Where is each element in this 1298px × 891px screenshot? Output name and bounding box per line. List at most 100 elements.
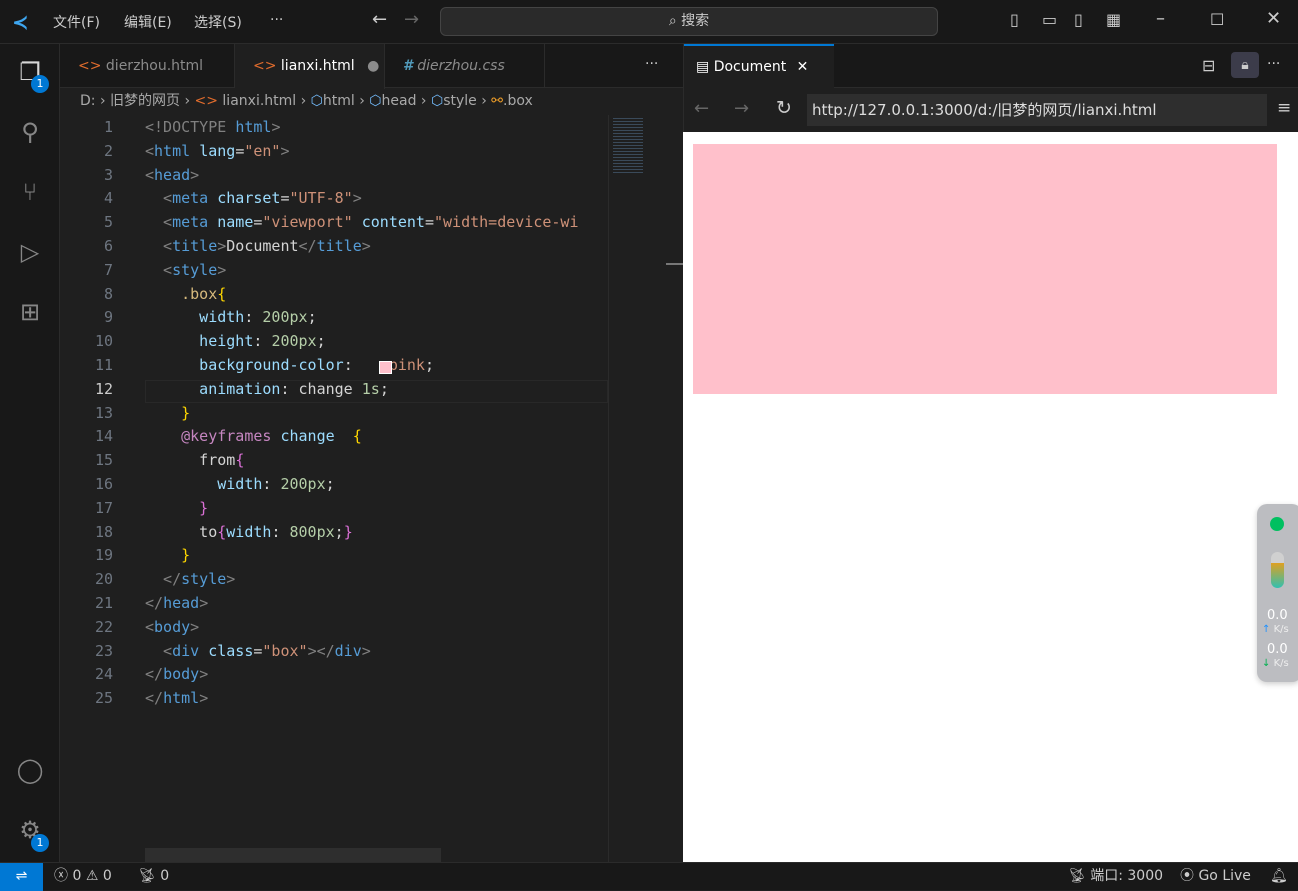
code-line[interactable]: <style> (145, 261, 226, 279)
breadcrumb-drive[interactable]: D: (80, 93, 96, 109)
line-number: 17 (94, 498, 113, 517)
code-token: 1s (361, 379, 380, 398)
code-line[interactable]: } (145, 546, 190, 564)
code-line[interactable]: .box{ (145, 285, 226, 303)
line-number: 20 (94, 570, 113, 589)
code-line[interactable]: width: 200px; (145, 475, 334, 493)
code-token: = (280, 189, 290, 208)
more-actions-icon[interactable]: ··· (1267, 56, 1280, 72)
code-token: < (145, 141, 155, 160)
code-line[interactable]: <body> (145, 618, 199, 636)
code-line[interactable]: </body> (145, 665, 208, 683)
network-monitor-widget[interactable]: 0.0 ↑ K/s 0.0 ↓ K/s (1257, 504, 1298, 682)
code-token: > (190, 165, 200, 184)
lock-icon[interactable]: 🔒︎ (1231, 52, 1259, 78)
forward-icon[interactable]: → (734, 98, 749, 119)
breadcrumb-style[interactable]: style (443, 93, 477, 109)
code-line[interactable]: <meta charset="UTF-8"> (145, 189, 362, 207)
code-editor[interactable]: 1 <!DOCTYPE html> 2 <html lang="en"> 3 <head>… (60, 115, 608, 862)
tab-dierzhou-html[interactable]: <> dierzhou.html (60, 44, 235, 88)
code-line[interactable]: animation: change 1s; (145, 380, 389, 398)
menu-file[interactable]: 文件(F) (53, 12, 100, 32)
code-line[interactable]: </style> (145, 570, 235, 588)
code-token: > (199, 665, 209, 684)
code-token: pink (361, 356, 425, 374)
ports-indicator[interactable]: 📡︎ 0 (138, 863, 169, 890)
menu-selection[interactable]: 选择(S) (194, 12, 242, 32)
toggle-sidebar-icon[interactable]: ▯ (1010, 10, 1019, 29)
menu-more[interactable]: ··· (270, 12, 283, 28)
code-line[interactable]: <title>Document</title> (145, 237, 371, 255)
minimap[interactable] (608, 115, 666, 862)
code-token: < (145, 237, 173, 255)
color-swatch[interactable] (379, 361, 392, 374)
breadcrumb-selector[interactable]: .box (503, 93, 533, 109)
tab-document[interactable]: ▤ Document ✕ (684, 44, 834, 88)
code-line[interactable]: <!DOCTYPE html> (145, 118, 280, 136)
toggle-panel-icon[interactable]: ▭ (1042, 10, 1057, 29)
back-icon[interactable]: ← (372, 9, 387, 30)
minimize-icon[interactable]: – (1156, 8, 1165, 29)
code-token: > (280, 141, 290, 160)
breadcrumb-html[interactable]: html (323, 93, 355, 109)
code-line[interactable]: <div class="box"></div> (145, 642, 371, 660)
extensions-icon[interactable]: ⊞ (14, 298, 46, 330)
menu-icon[interactable]: ≡ (1277, 98, 1291, 118)
html-icon: <> (78, 58, 102, 74)
code-line[interactable]: } (145, 404, 190, 422)
back-icon[interactable]: ← (694, 98, 709, 119)
account-icon[interactable]: ◯ (14, 756, 46, 788)
rendered-page (683, 132, 1298, 862)
line-number: 12 (94, 379, 113, 398)
code-line[interactable]: from{ (145, 451, 244, 469)
tabs-more-button[interactable]: ··· (645, 56, 658, 72)
maximize-icon[interactable]: ☐ (1210, 10, 1224, 29)
problems-indicator[interactable]: ⓧ 0 ⚠ 0 (54, 863, 112, 890)
breadcrumb-folder[interactable]: 旧梦的网页 (110, 93, 180, 109)
line-number: 2 (103, 141, 113, 160)
source-control-icon[interactable]: ⑂ (14, 178, 46, 210)
code-line[interactable]: @keyframes change { (145, 427, 362, 445)
status-bar: ⇌ ⓧ 0 ⚠ 0 📡︎ 0 📡︎ 端口: 3000 ⦿ Go Live 🔔︎ (0, 862, 1298, 891)
run-debug-icon[interactable]: ▷ (14, 238, 46, 270)
code-token: ; (316, 332, 326, 351)
remote-icon[interactable]: ⇌ (0, 863, 43, 891)
code-line[interactable]: <head> (145, 166, 199, 184)
code-token: to (145, 522, 218, 541)
antenna-icon: 📡︎ (138, 868, 156, 884)
forward-icon[interactable]: → (404, 9, 419, 30)
code-line[interactable]: } (145, 499, 208, 517)
tab-label: dierzhou.css (417, 58, 505, 74)
toggle-secondary-sidebar-icon[interactable]: ▯ (1074, 10, 1083, 29)
command-search[interactable]: ⌕ 搜索 (440, 7, 938, 36)
code-token: </ (145, 570, 182, 589)
code-line[interactable]: </html> (145, 689, 208, 707)
tab-lianxi-html[interactable]: <> lianxi.html ● (235, 44, 385, 89)
horizontal-scrollbar[interactable] (145, 848, 441, 862)
customize-layout-icon[interactable]: ▦ (1106, 10, 1121, 29)
code-line[interactable]: width: 200px; (145, 308, 316, 326)
code-line[interactable]: to{width: 800px;} (145, 523, 353, 541)
go-live-button[interactable]: ⦿ Go Live (1180, 863, 1251, 890)
code-line[interactable]: <html lang="en"> (145, 142, 290, 160)
code-token: lang (199, 141, 236, 160)
menu-edit[interactable]: 编辑(E) (124, 12, 172, 32)
url-input[interactable]: http://127.0.0.1:3000/d:/旧梦的网页/lianxi.ht… (807, 94, 1267, 126)
unsaved-dot-icon[interactable]: ● (367, 58, 379, 74)
breadcrumb-file[interactable]: lianxi.html (222, 93, 296, 109)
broadcast-icon: ⦿ (1180, 868, 1194, 884)
notifications-bell-icon[interactable]: 🔔︎ (1270, 863, 1288, 890)
close-tab-icon[interactable]: ✕ (797, 59, 809, 75)
port-status[interactable]: 📡︎ 端口: 3000 (1068, 863, 1163, 890)
code-line[interactable]: height: 200px; (145, 332, 326, 351)
code-line[interactable]: <meta name="viewport" content="width=dev… (145, 213, 578, 231)
close-icon[interactable]: ✕ (1266, 8, 1281, 29)
split-editor-icon[interactable]: ⊟ (1202, 56, 1215, 75)
code-line[interactable]: </head> (145, 594, 208, 612)
editor-scrollbar[interactable] (666, 115, 683, 862)
tab-dierzhou-css[interactable]: # dierzhou.css (385, 44, 545, 88)
breadcrumb-head[interactable]: head (382, 93, 417, 109)
code-token: html (235, 118, 272, 136)
reload-icon[interactable]: ↻ (776, 97, 792, 119)
search-icon[interactable]: ⚲ (14, 118, 46, 150)
